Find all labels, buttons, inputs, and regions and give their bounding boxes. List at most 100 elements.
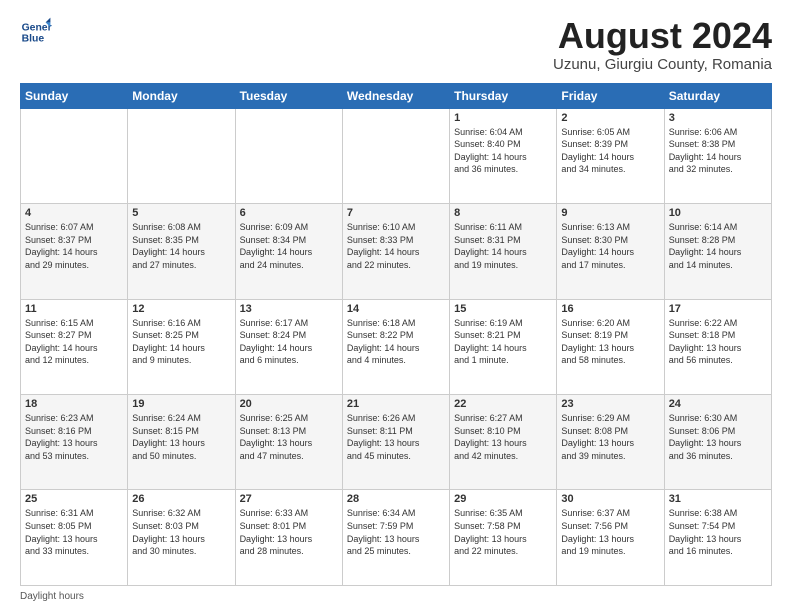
day-info: Sunrise: 6:08 AM Sunset: 8:35 PM Dayligh… [132,221,230,271]
day-number: 16 [561,303,659,315]
day-cell: 6 Sunrise: 6:09 AM Sunset: 8:34 PM Daylig… [235,204,342,299]
logo: General Blue [20,16,52,48]
day-cell: 22 Sunrise: 6:27 AM Sunset: 8:10 PM Dayli… [450,395,557,490]
header: General Blue August 2024 Uzunu, Giurgiu … [20,16,772,73]
day-info: Sunrise: 6:18 AM Sunset: 8:22 PM Dayligh… [347,317,445,367]
day-cell: 12Sunrise: 6:16 AM Sunset: 8:25 PM Dayli… [128,299,235,394]
day-cell: 18 Sunrise: 6:23 AM Sunset: 8:16 PM Dayli… [21,395,128,490]
week-row-2: 4Sunrise: 6:07 AM Sunset: 8:37 PM Daylig… [21,204,772,299]
day-number: 15 [454,303,552,315]
day-cell: 11 Sunrise: 6:15 AM Sunset: 8:27 PM Dayli… [21,299,128,394]
day-info: Sunrise: 6:15 AM Sunset: 8:27 PM Dayligh… [25,317,123,367]
day-number: 22 [454,398,552,410]
day-header-tuesday: Tuesday [235,83,342,108]
week-row-1: 1 Sunrise: 6:04 AM Sunset: 8:40 PM Daylig… [21,108,772,203]
day-info: Sunrise: 6:06 AM Sunset: 8:38 PM Dayligh… [669,126,767,176]
day-info: Sunrise: 6:11 AM Sunset: 8:31 PM Dayligh… [454,221,552,271]
day-info: Sunrise: 6:32 AM Sunset: 8:03 PM Dayligh… [132,507,230,557]
day-info: Sunrise: 6:22 AM Sunset: 8:18 PM Dayligh… [669,317,767,367]
day-header-wednesday: Wednesday [342,83,449,108]
title-block: August 2024 Uzunu, Giurgiu County, Roman… [553,16,772,73]
day-info: Sunrise: 6:27 AM Sunset: 8:10 PM Dayligh… [454,412,552,462]
day-number: 31 [669,493,767,505]
day-cell: 27Sunrise: 6:33 AM Sunset: 8:01 PM Dayli… [235,490,342,586]
logo-icon: General Blue [20,16,52,48]
day-number: 11 [25,303,123,315]
page: General Blue August 2024 Uzunu, Giurgiu … [0,0,792,612]
day-number: 20 [240,398,338,410]
day-cell: 8 Sunrise: 6:11 AM Sunset: 8:31 PM Daylig… [450,204,557,299]
day-info: Sunrise: 6:35 AM Sunset: 7:58 PM Dayligh… [454,507,552,557]
day-number: 19 [132,398,230,410]
day-cell: 15 Sunrise: 6:19 AM Sunset: 8:21 PM Dayli… [450,299,557,394]
day-number: 30 [561,493,659,505]
day-cell: 10Sunrise: 6:14 AM Sunset: 8:28 PM Dayli… [664,204,771,299]
day-header-friday: Friday [557,83,664,108]
day-info: Sunrise: 6:30 AM Sunset: 8:06 PM Dayligh… [669,412,767,462]
day-info: Sunrise: 6:23 AM Sunset: 8:16 PM Dayligh… [25,412,123,462]
day-number: 23 [561,398,659,410]
day-cell: 4Sunrise: 6:07 AM Sunset: 8:37 PM Daylig… [21,204,128,299]
day-number: 18 [25,398,123,410]
day-cell: 2Sunrise: 6:05 AM Sunset: 8:39 PM Daylig… [557,108,664,203]
day-cell: 5 Sunrise: 6:08 AM Sunset: 8:35 PM Daylig… [128,204,235,299]
day-info: Sunrise: 6:04 AM Sunset: 8:40 PM Dayligh… [454,126,552,176]
week-row-4: 18 Sunrise: 6:23 AM Sunset: 8:16 PM Dayli… [21,395,772,490]
day-cell: 25 Sunrise: 6:31 AM Sunset: 8:05 PM Dayli… [21,490,128,586]
day-info: Sunrise: 6:17 AM Sunset: 8:24 PM Dayligh… [240,317,338,367]
day-header-monday: Monday [128,83,235,108]
day-cell: 16Sunrise: 6:20 AM Sunset: 8:19 PM Dayli… [557,299,664,394]
day-number: 25 [25,493,123,505]
day-cell: 13Sunrise: 6:17 AM Sunset: 8:24 PM Dayli… [235,299,342,394]
day-number: 2 [561,112,659,124]
day-number: 28 [347,493,445,505]
day-number: 27 [240,493,338,505]
day-cell: 20 Sunrise: 6:25 AM Sunset: 8:13 PM Dayli… [235,395,342,490]
day-cell: 19 Sunrise: 6:24 AM Sunset: 8:15 PM Dayli… [128,395,235,490]
day-info: Sunrise: 6:31 AM Sunset: 8:05 PM Dayligh… [25,507,123,557]
footer-note: Daylight hours [20,591,772,602]
day-number: 9 [561,207,659,219]
week-row-3: 11 Sunrise: 6:15 AM Sunset: 8:27 PM Dayli… [21,299,772,394]
day-cell: 29Sunrise: 6:35 AM Sunset: 7:58 PM Dayli… [450,490,557,586]
day-number: 5 [132,207,230,219]
day-number: 3 [669,112,767,124]
calendar-table: SundayMondayTuesdayWednesdayThursdayFrid… [20,83,772,586]
day-number: 1 [454,112,552,124]
day-cell: 1 Sunrise: 6:04 AM Sunset: 8:40 PM Daylig… [450,108,557,203]
day-info: Sunrise: 6:38 AM Sunset: 7:54 PM Dayligh… [669,507,767,557]
day-header-sunday: Sunday [21,83,128,108]
week-row-5: 25 Sunrise: 6:31 AM Sunset: 8:05 PM Dayli… [21,490,772,586]
day-info: Sunrise: 6:13 AM Sunset: 8:30 PM Dayligh… [561,221,659,271]
day-info: Sunrise: 6:34 AM Sunset: 7:59 PM Dayligh… [347,507,445,557]
day-cell: 28 Sunrise: 6:34 AM Sunset: 7:59 PM Dayli… [342,490,449,586]
day-number: 26 [132,493,230,505]
day-info: Sunrise: 6:07 AM Sunset: 8:37 PM Dayligh… [25,221,123,271]
day-number: 6 [240,207,338,219]
day-cell: 7 Sunrise: 6:10 AM Sunset: 8:33 PM Daylig… [342,204,449,299]
day-number: 7 [347,207,445,219]
day-number: 8 [454,207,552,219]
day-info: Sunrise: 6:09 AM Sunset: 8:34 PM Dayligh… [240,221,338,271]
day-info: Sunrise: 6:16 AM Sunset: 8:25 PM Dayligh… [132,317,230,367]
day-cell [128,108,235,203]
day-cell: 17Sunrise: 6:22 AM Sunset: 8:18 PM Dayli… [664,299,771,394]
calendar-subtitle: Uzunu, Giurgiu County, Romania [553,56,772,73]
day-number: 24 [669,398,767,410]
footer-text: Daylight hours [20,591,84,602]
day-cell: 21Sunrise: 6:26 AM Sunset: 8:11 PM Dayli… [342,395,449,490]
day-number: 14 [347,303,445,315]
day-info: Sunrise: 6:29 AM Sunset: 8:08 PM Dayligh… [561,412,659,462]
day-info: Sunrise: 6:10 AM Sunset: 8:33 PM Dayligh… [347,221,445,271]
day-number: 21 [347,398,445,410]
header-row: SundayMondayTuesdayWednesdayThursdayFrid… [21,83,772,108]
svg-text:Blue: Blue [22,34,45,45]
day-cell: 3 Sunrise: 6:06 AM Sunset: 8:38 PM Daylig… [664,108,771,203]
day-cell: 24 Sunrise: 6:30 AM Sunset: 8:06 PM Dayli… [664,395,771,490]
day-info: Sunrise: 6:24 AM Sunset: 8:15 PM Dayligh… [132,412,230,462]
day-info: Sunrise: 6:25 AM Sunset: 8:13 PM Dayligh… [240,412,338,462]
day-info: Sunrise: 6:19 AM Sunset: 8:21 PM Dayligh… [454,317,552,367]
day-cell: 14 Sunrise: 6:18 AM Sunset: 8:22 PM Dayli… [342,299,449,394]
day-info: Sunrise: 6:14 AM Sunset: 8:28 PM Dayligh… [669,221,767,271]
day-header-thursday: Thursday [450,83,557,108]
